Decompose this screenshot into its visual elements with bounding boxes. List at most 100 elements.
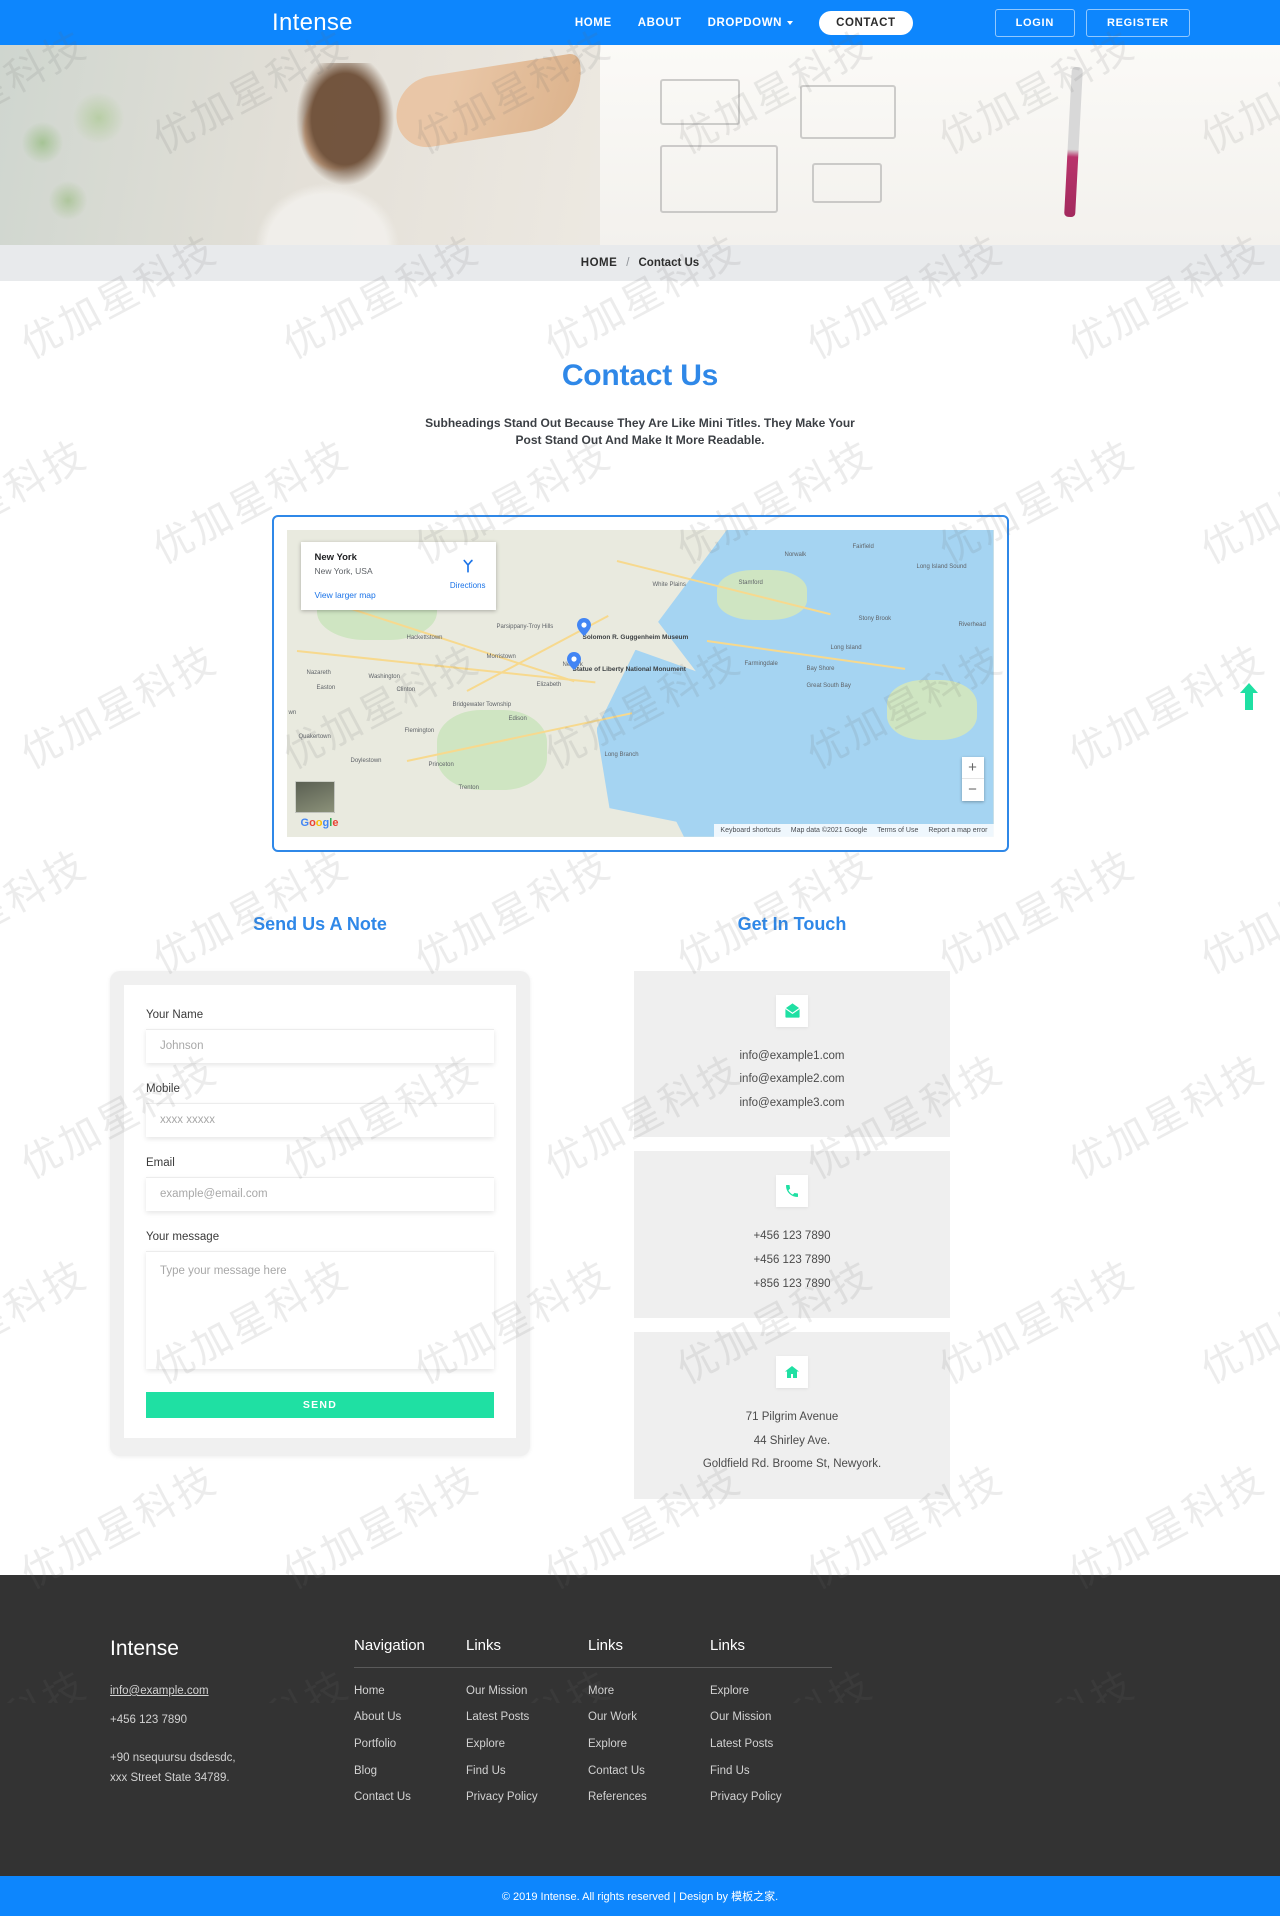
map-road [326,599,575,683]
map-city-label: Washington [368,673,400,680]
footer-link[interactable]: Blog [354,1765,466,1778]
message-field-label: Your message [146,1230,220,1243]
footer-logo: Intense [110,1636,179,1660]
breadcrumb-home[interactable]: HOME [581,257,618,269]
map-road [296,649,595,684]
footer-link[interactable]: Our Work [588,1711,710,1724]
zoom-in-button[interactable]: + [961,757,984,779]
login-button[interactable]: LOGIN [994,8,1075,37]
map-city-label: Easton [316,684,336,691]
mobile-input[interactable] [146,1102,494,1137]
map-green-area [716,569,807,620]
keyboard-shortcuts-link[interactable]: Keyboard shortcuts [720,827,780,834]
watermark-text: 优加星科技 [13,636,225,778]
map-city-label: Stamford [738,579,763,586]
footer-link[interactable]: About Us [354,1711,466,1724]
footer-link[interactable]: Privacy Policy [710,1791,832,1804]
page-title: Contact Us [561,359,719,392]
nav-item-dropdown-label: DROPDOWN [707,16,783,29]
site-footer: Intense info@example.com +456 123 7890 +… [0,1574,1280,1877]
footer-link[interactable]: Latest Posts [466,1711,588,1724]
email-input[interactable] [146,1176,494,1211]
chevron-down-icon [787,20,794,25]
map-city-label: Trenton [458,784,479,791]
directions-button[interactable]: Directions [450,556,486,590]
address-line: 44 Shirley Ave. [753,1434,831,1447]
footer-phone: +456 123 7890 [110,1713,188,1726]
footer-column-links-3: Links Explore Our Mission Latest Posts F… [710,1637,832,1818]
address-info-card: 71 Pilgrim Avenue 44 Shirley Ave. Goldfi… [634,1332,950,1499]
footer-link[interactable]: Our Mission [466,1685,588,1698]
footer-link[interactable]: Portfolio [354,1738,466,1751]
map-container: Fairfield Norwalk Long Island Sound White P… [271,514,1009,852]
nav-item-home[interactable]: HOME [575,17,612,29]
map-attribution: Keyboard shortcuts Map data ©2021 Google… [714,823,994,837]
map-city-label: Long Branch [604,751,639,758]
footer-link[interactable]: Find Us [710,1765,832,1778]
footer-column-links-2: Links More Our Work Explore Contact Us R… [588,1637,710,1818]
phone-line[interactable]: +456 123 7890 [644,1249,940,1273]
phone-icon [776,1175,808,1208]
register-button[interactable]: REGISTER [1085,8,1190,37]
footer-link[interactable]: Explore [588,1738,710,1751]
footer-address-line-2: xxx Street State 34789. [110,1771,230,1784]
watermark-text: 优加星科技 [0,1251,95,1393]
map-marker-icon [566,651,581,670]
name-field-label: Your Name [146,1008,204,1021]
hero-plant [0,85,170,245]
watermark-text: 优加星科技 [1193,841,1280,983]
map-city-label: Quakertown [298,733,331,740]
footer-link[interactable]: Explore [710,1685,832,1698]
map-city-label: Long Island [830,644,862,651]
footer-column-links-1: Links Our Mission Latest Posts Explore F… [466,1637,588,1818]
footer-link[interactable]: Contact Us [354,1791,466,1804]
phone-line[interactable]: +856 123 7890 [644,1273,940,1297]
terms-of-use-link[interactable]: Terms of Use [877,827,918,834]
page-subtitle: Subheadings Stand Out Because They Are L… [425,416,855,448]
nav-item-about[interactable]: ABOUT [638,17,682,29]
message-textarea[interactable] [146,1250,494,1369]
footer-link[interactable]: Find Us [466,1765,588,1778]
google-map[interactable]: Fairfield Norwalk Long Island Sound White P… [286,529,994,837]
footer-link[interactable]: Our Mission [710,1711,832,1724]
directions-label: Directions [449,580,486,590]
nav-item-dropdown[interactable]: DROPDOWN [707,16,794,29]
map-street-view-thumbnail[interactable] [294,780,335,813]
footer-link[interactable]: Home [354,1685,466,1698]
hero-sketch-shape [660,79,740,125]
report-map-error-link[interactable]: Report a map error [928,827,987,834]
view-larger-map-link[interactable]: View larger map [315,590,484,600]
map-city-label: Fairfield [852,543,874,550]
footer-link[interactable]: Explore [466,1738,588,1751]
primary-nav: HOME ABOUT DROPDOWN CONTACT [575,10,913,35]
phone-line[interactable]: +456 123 7890 [644,1225,940,1249]
mobile-field-label: Mobile [146,1082,180,1095]
nav-item-contact-active[interactable]: CONTACT [819,10,913,35]
contact-form: Your Name Mobile Email Your message SEND [124,984,516,1438]
name-input[interactable] [146,1028,494,1063]
email-line[interactable]: info@example2.com [644,1068,940,1092]
footer-link[interactable]: Latest Posts [710,1738,832,1751]
footer-link[interactable]: More [588,1685,710,1698]
footer-link[interactable]: References [588,1791,710,1804]
get-in-touch-heading: Get In Touch [737,913,847,934]
map-poi-label: Solomon R. Guggenheim Museum [582,633,689,641]
map-water-body [596,649,727,830]
map-city-label: Bay Shore [806,665,835,672]
breadcrumb: HOME / Contact Us [0,245,1280,281]
scroll-to-top-button[interactable] [1236,682,1262,712]
site-logo[interactable]: Intense [272,9,353,37]
watermark-text: 优加星科技 [1193,1251,1280,1393]
email-info-card: info@example1.com info@example2.com info… [634,970,950,1138]
footer-link[interactable]: Privacy Policy [466,1791,588,1804]
email-line[interactable]: info@example1.com [644,1045,940,1069]
footer-link[interactable]: Contact Us [588,1765,710,1778]
footer-brand-block: Intense info@example.com +456 123 7890 +… [110,1637,354,1818]
send-button[interactable]: SEND [146,1391,494,1418]
footer-email-link[interactable]: info@example.com [110,1685,354,1697]
map-city-label: Clinton [396,686,416,693]
email-line[interactable]: info@example3.com [644,1092,940,1116]
page-header: Contact Us Subheadings Stand Out Because… [0,281,1280,450]
map-green-area [886,679,977,740]
zoom-out-button[interactable]: − [962,779,984,801]
